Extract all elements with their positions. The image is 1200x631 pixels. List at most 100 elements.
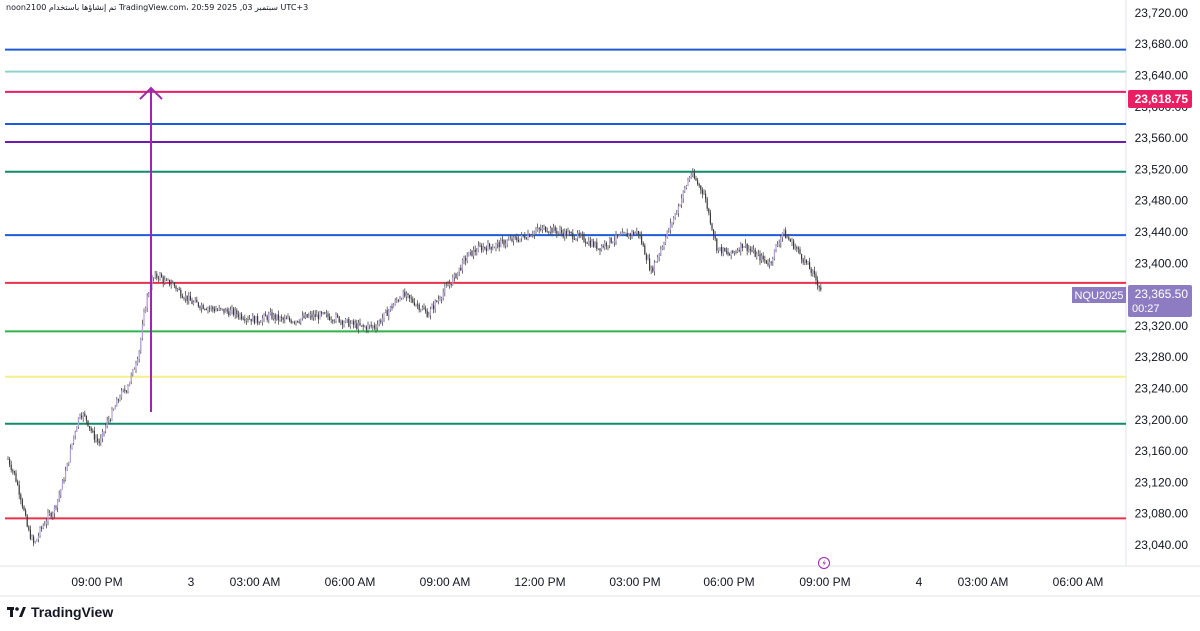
candle-body — [481, 246, 483, 251]
candle-body — [625, 232, 627, 234]
candle-body — [66, 463, 68, 471]
candle-body — [663, 243, 665, 247]
candle-body — [794, 247, 796, 249]
candle-body — [21, 499, 23, 507]
candle-body — [162, 277, 164, 283]
candle-body — [76, 427, 78, 433]
candle-body — [465, 258, 467, 261]
candle-body — [159, 274, 161, 279]
candle-body — [799, 249, 801, 255]
candle-body — [77, 417, 79, 428]
candle-body — [250, 318, 252, 322]
candle-body — [721, 247, 723, 254]
candle-body — [241, 314, 243, 319]
candle-body — [441, 297, 443, 300]
candle-body — [394, 300, 396, 305]
price-axis[interactable]: 23,040.00 23,080.00 23,120.00 23,160.00 23,2… — [1135, 6, 1189, 552]
candle-body — [458, 267, 460, 272]
candle-body — [292, 321, 294, 323]
candle-body — [429, 308, 431, 316]
candle-body — [669, 223, 671, 230]
candle-body — [266, 316, 268, 320]
candle-body — [290, 320, 292, 323]
price-tick-label: 23,200.00 — [1135, 413, 1189, 427]
candle-body — [633, 231, 635, 235]
candlestick-chart[interactable]: 23,040.00 23,080.00 23,120.00 23,160.00 23,2… — [0, 0, 1200, 631]
candle-body — [708, 208, 710, 213]
candle-body — [367, 325, 369, 330]
candle-body — [383, 312, 385, 319]
candle-body — [439, 299, 441, 301]
price-tick-label: 23,560.00 — [1135, 131, 1189, 145]
projection-arrow[interactable] — [139, 86, 163, 412]
candle-body — [277, 314, 279, 320]
candle-body — [57, 499, 59, 508]
candle-body — [140, 338, 142, 351]
candle-body — [602, 245, 604, 248]
candle-body — [271, 312, 273, 319]
time-axis[interactable]: 09:00 PM 3 03:00 AM 06:00 AM 09:00 AM 12:00 P… — [71, 575, 1103, 589]
candle-body — [634, 232, 636, 235]
candle-body — [655, 261, 657, 263]
candle-body — [545, 226, 547, 232]
candle-body — [170, 284, 172, 285]
candle-body — [705, 193, 707, 199]
symbol-label: NQU2025 — [1075, 290, 1124, 302]
candle-body — [639, 234, 641, 236]
candle-body — [221, 308, 223, 310]
candle-body — [141, 324, 143, 339]
candle-body — [65, 470, 67, 481]
candle-body — [684, 188, 686, 192]
candle-body — [164, 279, 166, 283]
candle-body — [621, 232, 623, 235]
candle-body — [282, 318, 284, 320]
candle-body — [601, 245, 603, 251]
candle-body — [724, 248, 726, 252]
candle-body — [183, 297, 185, 299]
candle-body — [305, 314, 307, 318]
candle-body — [260, 322, 262, 324]
price-tick-label: 23,400.00 — [1135, 256, 1189, 270]
candle-body — [457, 271, 459, 279]
candle-body — [498, 242, 500, 248]
price-tick-label: 23,120.00 — [1135, 475, 1189, 489]
tradingview-logo[interactable]: TradingView — [7, 604, 113, 620]
candle-body — [311, 314, 313, 318]
candle-body — [393, 304, 395, 309]
candle-body — [730, 250, 732, 256]
candle-body — [132, 369, 134, 375]
candle-body — [725, 251, 727, 253]
candle-body — [34, 541, 36, 543]
candle-body — [788, 237, 790, 240]
candle-body — [274, 314, 276, 320]
candle-body — [484, 246, 486, 249]
candle-body — [338, 316, 340, 323]
candle-body — [177, 288, 179, 290]
candle-body — [172, 282, 174, 285]
candle-body — [285, 318, 287, 320]
candle-body — [84, 413, 86, 416]
candle-body — [759, 253, 761, 261]
candle-body — [525, 238, 527, 240]
candle-body — [332, 320, 334, 322]
candle-body — [353, 321, 355, 325]
candle-body — [697, 180, 699, 185]
candle-body — [817, 280, 819, 286]
candle-body — [679, 204, 681, 207]
candle-body — [645, 254, 647, 261]
candle-body — [135, 364, 137, 370]
candle-body — [327, 313, 329, 317]
time-tick-label: 06:00 AM — [325, 575, 376, 589]
candle-body — [381, 318, 383, 323]
time-tick-label: 06:00 PM — [703, 575, 754, 589]
candle-body — [378, 320, 380, 325]
candle-body — [209, 307, 211, 309]
candle-body — [377, 324, 379, 329]
candle-body — [757, 253, 759, 255]
candle-body — [421, 307, 423, 310]
candle-body — [388, 310, 390, 316]
candle-body — [95, 438, 97, 440]
candle-body — [682, 191, 684, 199]
candle-body — [178, 288, 180, 290]
candle-body — [121, 390, 123, 398]
